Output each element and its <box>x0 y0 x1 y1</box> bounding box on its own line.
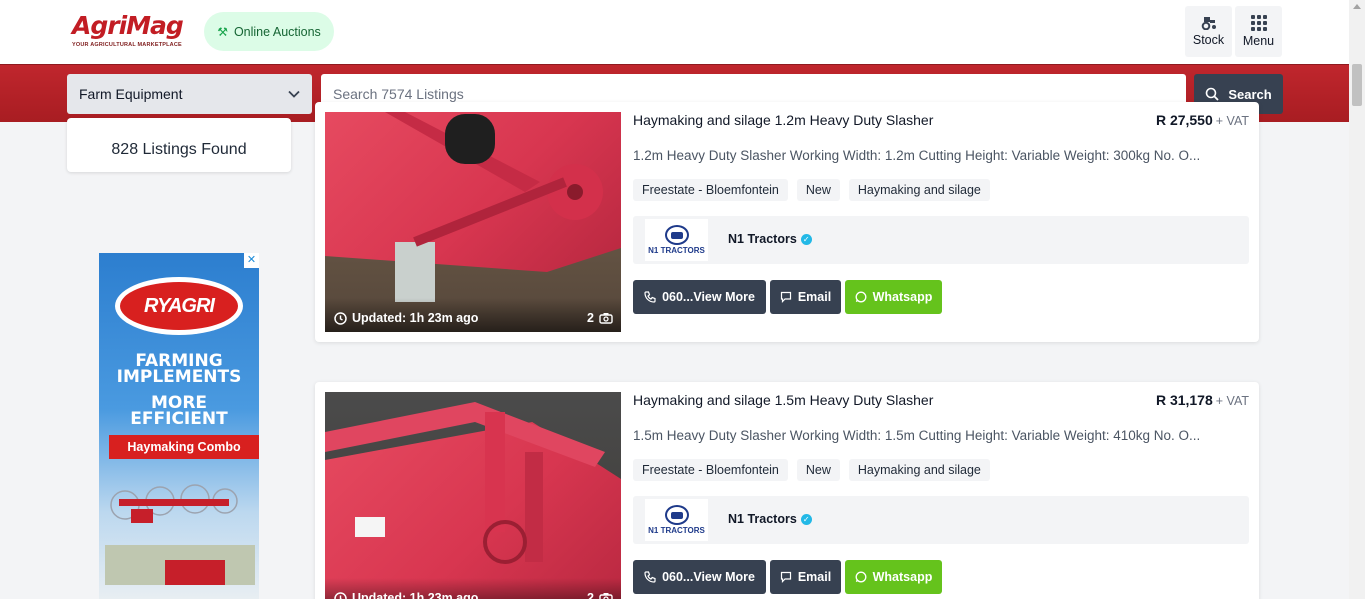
vat-label: + VAT <box>1215 394 1249 408</box>
listing-photo[interactable]: Updated: 1h 23m ago 2 <box>325 112 621 332</box>
listing-tags: Freestate - Bloemfontein New Haymaking a… <box>633 179 990 201</box>
email-button[interactable]: Email <box>770 560 841 594</box>
chat-icon <box>780 571 791 583</box>
listing-description: 1.5m Heavy Duty Slasher Working Width: 1… <box>633 428 1201 443</box>
photo-overlay: Updated: 1h 23m ago 2 <box>325 298 621 332</box>
listings-count: 828 Listings Found <box>111 141 247 158</box>
email-button[interactable]: Email <box>770 280 841 314</box>
listing-price: R 31,178 + VAT <box>1156 392 1249 408</box>
ryagri-logo: RYAGRI <box>115 277 243 335</box>
dealer-logo: N1 TRACTORS <box>645 219 708 261</box>
category-tag: Haymaking and silage <box>848 179 990 201</box>
dealer-box[interactable]: N1 TRACTORS N1 Tractors ✓ <box>633 216 1249 264</box>
dealer-logo-text: N1 TRACTORS <box>648 526 705 535</box>
online-auctions-label: Online Auctions <box>233 24 321 39</box>
listing-card[interactable]: Updated: 1h 23m ago 2 Haymaking and sila… <box>315 382 1259 599</box>
phone-icon <box>644 571 656 583</box>
whatsapp-icon <box>855 571 867 583</box>
dealer-name-label: N1 Tractors <box>728 232 797 246</box>
email-label: Email <box>797 570 832 584</box>
logo-tagline: YOUR AGRICULTURAL MARKETPLACE <box>72 42 182 48</box>
vat-label: + VAT <box>1215 114 1249 128</box>
scroll-up-arrow-icon[interactable] <box>1353 4 1361 9</box>
category-select[interactable]: Farm Equipment <box>67 74 312 114</box>
location-tag: Freestate - Bloemfontein <box>633 459 788 481</box>
whatsapp-button[interactable]: Whatsapp <box>845 280 942 314</box>
price-value: R 31,178 <box>1155 392 1213 408</box>
dealer-tractor-icon <box>664 225 689 245</box>
category-tag: Haymaking and silage <box>848 459 990 481</box>
listing-title[interactable]: Haymaking and silage 1.5m Heavy Duty Sla… <box>633 392 933 408</box>
listing-description: 1.2m Heavy Duty Slasher Working Width: 1… <box>633 148 1201 163</box>
chevron-down-icon <box>288 90 300 98</box>
listings-count-card: 828 Listings Found <box>67 118 291 172</box>
ad-headline-2: IMPLEMENTS <box>116 367 242 387</box>
top-header: AgriMag YOUR AGRICULTURAL MARKETPLACE ⚒ … <box>0 0 1349 64</box>
updated-time: Updated: 1h 23m ago <box>352 591 479 599</box>
verified-badge-icon: ✓ <box>800 513 812 525</box>
gavel-icon: ⚒ <box>217 24 228 39</box>
phone-label: 060...View More <box>662 570 755 584</box>
whatsapp-label: Whatsapp <box>872 290 933 304</box>
ad-band: Haymaking Combo <box>109 435 259 459</box>
logo-wordmark: AgriMag <box>72 11 184 40</box>
stock-label: Stock <box>1192 33 1225 47</box>
listing-tags: Freestate - Bloemfontein New Haymaking a… <box>633 459 990 481</box>
listing-card[interactable]: Updated: 1h 23m ago 2 Haymaking and sila… <box>315 102 1259 342</box>
photo-count: 2 <box>587 591 594 599</box>
grid-menu-icon <box>1250 15 1267 31</box>
updated-time: Updated: 1h 23m ago <box>352 311 479 325</box>
ryagri-logo-text: RYAGRI <box>120 282 238 330</box>
ryagri-ad-banner[interactable]: ✕ RYAGRI FARMING IMPLEMENTS MORE EFFICIE… <box>99 253 259 599</box>
photo-count: 2 <box>587 311 594 325</box>
tractor-icon <box>1201 17 1216 30</box>
condition-tag: New <box>796 179 840 201</box>
verified-badge-icon: ✓ <box>800 233 812 245</box>
chat-icon <box>780 291 791 303</box>
category-select-value: Farm Equipment <box>79 86 183 102</box>
condition-tag: New <box>796 459 840 481</box>
dealer-name[interactable]: N1 Tractors ✓ <box>728 512 812 526</box>
contact-actions: 060...View More Email Whatsapp <box>633 280 942 314</box>
scroll-thumb[interactable] <box>1352 64 1362 106</box>
phone-button[interactable]: 060...View More <box>633 280 766 314</box>
camera-icon <box>599 593 613 599</box>
dealer-logo-text: N1 TRACTORS <box>648 246 705 255</box>
agrimag-logo[interactable]: AgriMag YOUR AGRICULTURAL MARKETPLACE <box>72 12 192 52</box>
location-tag: Freestate - Bloemfontein <box>633 179 788 201</box>
menu-button[interactable]: Menu <box>1235 6 1282 57</box>
dealer-box[interactable]: N1 TRACTORS N1 Tractors ✓ <box>633 496 1249 544</box>
whatsapp-label: Whatsapp <box>872 570 933 584</box>
email-label: Email <box>797 290 832 304</box>
menu-label: Menu <box>1242 34 1275 48</box>
whatsapp-icon <box>855 291 867 303</box>
dealer-name-label: N1 Tractors <box>728 512 797 526</box>
dealer-tractor-icon <box>664 505 689 525</box>
phone-button[interactable]: 060...View More <box>633 560 766 594</box>
phone-icon <box>644 291 656 303</box>
ad-headline-4: EFFICIENT <box>130 409 228 429</box>
phone-label: 060...View More <box>662 290 755 304</box>
hay-rake-illustration <box>105 484 255 585</box>
ad-close-icon[interactable]: ✕ <box>244 253 259 268</box>
whatsapp-button[interactable]: Whatsapp <box>845 560 942 594</box>
listing-photo[interactable]: Updated: 1h 23m ago 2 <box>325 392 621 599</box>
online-auctions-button[interactable]: ⚒ Online Auctions <box>204 12 334 51</box>
slasher-detail-graphic <box>325 402 605 564</box>
contact-actions: 060...View More Email Whatsapp <box>633 560 942 594</box>
clock-icon <box>334 591 347 599</box>
clock-icon <box>334 311 347 325</box>
search-button-label: Search <box>1228 86 1272 102</box>
listing-title[interactable]: Haymaking and silage 1.2m Heavy Duty Sla… <box>633 112 933 128</box>
page-scrollbar[interactable] <box>1349 0 1365 599</box>
price-value: R 27,550 <box>1155 112 1213 128</box>
stock-button[interactable]: Stock <box>1185 6 1232 57</box>
dealer-logo: N1 TRACTORS <box>645 499 708 541</box>
search-icon <box>1206 87 1219 101</box>
photo-overlay: Updated: 1h 23m ago 2 <box>325 578 621 599</box>
listing-price: R 27,550 + VAT <box>1156 112 1249 128</box>
dealer-name[interactable]: N1 Tractors ✓ <box>728 232 812 246</box>
camera-icon <box>599 313 613 324</box>
